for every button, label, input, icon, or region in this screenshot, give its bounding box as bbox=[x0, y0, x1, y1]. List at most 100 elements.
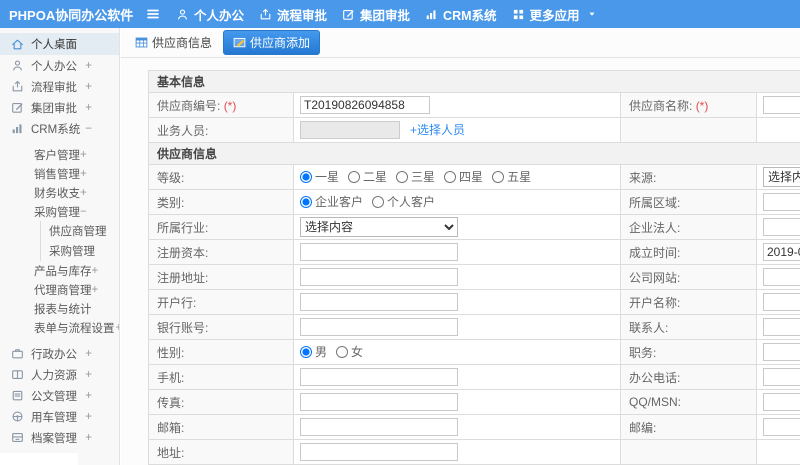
level-radio-option-3[interactable]: 四星 bbox=[444, 168, 483, 185]
label-text: 来源: bbox=[629, 170, 657, 185]
sidebar-item-form-flow-settings[interactable]: 表单与流程设置+ bbox=[0, 318, 119, 337]
category-radio-option-0[interactable]: 企业客户 bbox=[300, 193, 363, 210]
region-input[interactable] bbox=[763, 193, 800, 211]
founded-date-input[interactable] bbox=[763, 243, 800, 261]
user-icon bbox=[11, 59, 24, 72]
sidebar-item-sales-mgmt[interactable]: 销售管理 + bbox=[0, 164, 119, 183]
label-text: 企业法人: bbox=[629, 220, 681, 235]
field-cell bbox=[755, 439, 800, 465]
level-radio[interactable] bbox=[396, 170, 409, 183]
edit-icon bbox=[342, 8, 355, 21]
zip-code-input[interactable] bbox=[763, 418, 800, 436]
sidebar-item-human-resources[interactable]: 人力资源 + bbox=[0, 364, 119, 385]
sidebar-scrollbar[interactable] bbox=[0, 453, 78, 465]
label-text: 供应商名称: bbox=[629, 98, 693, 113]
field-label: 地址: bbox=[148, 439, 294, 465]
menu-toggle-icon[interactable] bbox=[146, 7, 160, 21]
label-text: 邮编: bbox=[629, 420, 657, 435]
label-text: 手机: bbox=[157, 370, 185, 385]
source-select[interactable]: 选择内容 bbox=[763, 167, 800, 187]
level-radio[interactable] bbox=[300, 170, 312, 183]
level-radio-option-4[interactable]: 五星 bbox=[492, 168, 531, 185]
supplier-name-input[interactable] bbox=[763, 96, 800, 114]
contact-person-input[interactable] bbox=[763, 318, 800, 336]
level-radio-option-1[interactable]: 二星 bbox=[348, 168, 387, 185]
caret-down-icon bbox=[588, 10, 596, 18]
sidebar-item-personal-office[interactable]: 个人办公 + bbox=[0, 55, 119, 76]
field-cell bbox=[293, 289, 621, 315]
registered-capital-input[interactable] bbox=[300, 243, 458, 261]
gender-radio-option-1[interactable]: 女 bbox=[336, 343, 363, 360]
account-name-input[interactable] bbox=[763, 293, 800, 311]
sidebar-item-vehicle-mgmt[interactable]: 用车管理 + bbox=[0, 406, 119, 427]
gender-radio[interactable] bbox=[336, 345, 349, 358]
sidebar-item-supplier-mgmt[interactable]: 供应商管理 bbox=[40, 221, 119, 241]
sidebar-item-archive-mgmt[interactable]: 档案管理 + bbox=[0, 427, 119, 448]
label-text: 联系人: bbox=[629, 320, 669, 335]
nav-workflow-approval[interactable]: 流程审批 bbox=[259, 5, 327, 24]
sidebar-item-purchase-mgmt-sub[interactable]: 采购管理 bbox=[40, 241, 119, 261]
gender-radio-option-0[interactable]: 男 bbox=[300, 343, 327, 360]
legal-person-input[interactable] bbox=[763, 218, 800, 236]
sidebar-item-admin-office[interactable]: 行政办公 + bbox=[0, 343, 119, 364]
nav-more-apps[interactable]: 更多应用 bbox=[512, 5, 596, 24]
fax-input[interactable] bbox=[300, 393, 458, 411]
sidebar-item-label: 用车管理 bbox=[31, 411, 77, 424]
sidebar-item-workflow-approval[interactable]: 流程审批 + bbox=[0, 76, 119, 97]
expand-marker: + bbox=[85, 410, 92, 423]
job-title-input[interactable] bbox=[763, 343, 800, 361]
gender-radio[interactable] bbox=[300, 345, 312, 358]
sidebar-item-label: CRM系统 bbox=[31, 123, 81, 136]
office-phone-input[interactable] bbox=[763, 368, 800, 386]
sidebar-item-customer-mgmt[interactable]: 客户管理 + bbox=[0, 145, 119, 164]
industry-select[interactable]: 选择内容 bbox=[300, 217, 458, 237]
sidebar-item-group-approval[interactable]: 集团审批 + bbox=[0, 97, 119, 118]
sidebar-item-agent-mgmt[interactable]: 代理商管理 + bbox=[0, 280, 119, 299]
sidebar-item-label: 集团审批 bbox=[31, 102, 77, 115]
category-radio[interactable] bbox=[372, 195, 385, 208]
field-label: 邮编: bbox=[620, 414, 757, 440]
sidebar-item-product-inventory[interactable]: 产品与库存 + bbox=[0, 261, 119, 280]
level-radio-option-2[interactable]: 三星 bbox=[396, 168, 435, 185]
expand-marker: + bbox=[85, 347, 92, 360]
level-radio[interactable] bbox=[444, 170, 457, 183]
field-cell: 企业客户 个人客户 bbox=[293, 189, 621, 215]
qq-msn-input[interactable] bbox=[763, 393, 800, 411]
sidebar-item-finance-mgmt[interactable]: 财务收支 + bbox=[0, 183, 119, 202]
tab-supplier-info[interactable]: 供应商信息 bbox=[133, 31, 214, 54]
field-cell: 男女 bbox=[293, 339, 621, 365]
sidebar-item-label: 采购管理 bbox=[49, 246, 95, 258]
supplier-code-input[interactable] bbox=[300, 96, 430, 114]
field-cell bbox=[293, 439, 621, 465]
field-cell bbox=[293, 364, 621, 390]
label-text: 传真: bbox=[157, 395, 185, 410]
field-label: 公司网站: bbox=[620, 264, 757, 290]
business-person-input[interactable] bbox=[300, 121, 400, 140]
category-radio[interactable] bbox=[300, 195, 312, 208]
tab-supplier-add[interactable]: 供应商添加 bbox=[223, 30, 321, 55]
email-input[interactable] bbox=[300, 418, 458, 436]
registered-address-input[interactable] bbox=[300, 268, 458, 286]
nav-group-approval[interactable]: 集团审批 bbox=[342, 5, 410, 24]
sidebar-item-reports-stats[interactable]: 报表与统计 bbox=[0, 299, 119, 318]
category-radio-option-1[interactable]: 个人客户 bbox=[372, 193, 435, 210]
level-radio-option-0[interactable]: 一星 bbox=[300, 168, 339, 185]
choose-person-link[interactable]: +选择人员 bbox=[410, 123, 465, 137]
level-radio[interactable] bbox=[492, 170, 505, 183]
address-input[interactable] bbox=[300, 443, 458, 461]
sidebar-item-document-mgmt[interactable]: 公文管理 + bbox=[0, 385, 119, 406]
apps-icon bbox=[512, 8, 525, 21]
sidebar-item-personal-desktop[interactable]: 个人桌面 bbox=[0, 33, 119, 55]
radio-label: 企业客户 bbox=[315, 195, 364, 210]
website-input[interactable] bbox=[763, 268, 800, 286]
sidebar-item-crm-system[interactable]: CRM系统 − bbox=[0, 118, 119, 139]
bank-branch-input[interactable] bbox=[300, 293, 458, 311]
level-radio[interactable] bbox=[348, 170, 361, 183]
mobile-input[interactable] bbox=[300, 368, 458, 386]
nav-personal-office[interactable]: 个人办公 bbox=[176, 5, 244, 24]
label-text: 注册地址: bbox=[157, 270, 209, 285]
sidebar-item-purchase-mgmt[interactable]: 采购管理 − bbox=[0, 202, 119, 221]
bank-account-input[interactable] bbox=[300, 318, 458, 336]
field-label: 传真: bbox=[148, 389, 294, 415]
nav-crm-system[interactable]: CRM系统 bbox=[425, 5, 497, 24]
